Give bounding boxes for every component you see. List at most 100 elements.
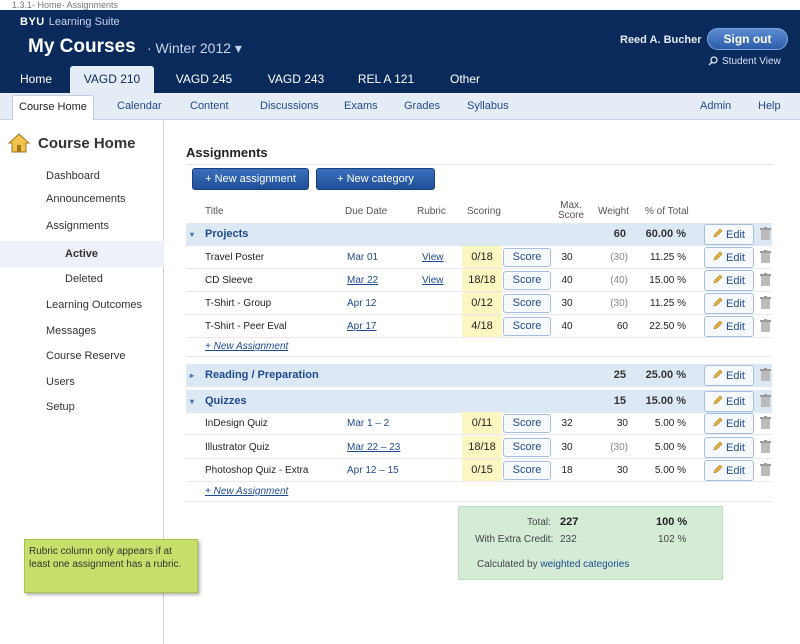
assignment-weight: 60 xyxy=(616,321,628,332)
new-assignment-link[interactable]: + New Assignment xyxy=(205,337,288,357)
max-score: 30 xyxy=(561,442,573,453)
sidebar-item-announcements[interactable]: Announcements xyxy=(46,193,126,205)
tab-vagd-243[interactable]: VAGD 243 xyxy=(254,66,338,93)
assignment-title[interactable]: T-Shirt - Peer Eval xyxy=(205,315,287,338)
due-date-link[interactable]: Mar 1 – 2 xyxy=(347,412,389,435)
total-label: Total: xyxy=(527,517,551,528)
collapse-icon[interactable]: ▾ xyxy=(190,223,200,246)
sidebar-item-deleted[interactable]: Deleted xyxy=(65,273,103,285)
score-button[interactable]: Score xyxy=(503,294,551,313)
collapse-icon[interactable]: ▾ xyxy=(190,390,200,413)
subnav-help[interactable]: Help xyxy=(758,93,781,120)
category-name[interactable]: Projects xyxy=(205,223,248,246)
assignment-title[interactable]: InDesign Quiz xyxy=(205,412,268,435)
extra-credit-value: 232 xyxy=(560,534,577,545)
score-button[interactable]: Score xyxy=(503,248,551,267)
sidebar-item-setup[interactable]: Setup xyxy=(46,401,75,413)
weighted-categories-link[interactable]: weighted categories xyxy=(540,559,629,570)
page-caption: 1.3.1- Home- Assignments xyxy=(12,0,119,10)
due-date-link[interactable]: Mar 22 xyxy=(347,269,378,292)
rubric-view-link[interactable]: View xyxy=(422,269,444,292)
edit-button[interactable]: Edit xyxy=(704,270,754,291)
edit-button[interactable]: Edit xyxy=(704,247,754,268)
edit-button[interactable]: Edit xyxy=(704,224,754,245)
subnav-admin[interactable]: Admin xyxy=(700,93,731,120)
score-button[interactable]: Score xyxy=(503,317,551,336)
score-button[interactable]: Score xyxy=(503,271,551,290)
sidebar-item-active[interactable]: Active xyxy=(0,241,164,267)
course-tabs: Home VAGD 210 VAGD 245 VAGD 243 REL A 12… xyxy=(0,66,800,93)
assignment-title[interactable]: CD Sleeve xyxy=(205,269,253,292)
subnav-course-home[interactable]: Course Home xyxy=(12,95,94,120)
category-name[interactable]: Quizzes xyxy=(205,390,247,413)
sidebar-item-users[interactable]: Users xyxy=(46,376,75,388)
course-subnav: Course Home Calendar Content Discussions… xyxy=(0,93,800,120)
edit-button[interactable]: Edit xyxy=(704,391,754,412)
new-assignment-link[interactable]: + New Assignment xyxy=(205,482,288,502)
edit-button[interactable]: Edit xyxy=(704,413,754,434)
assignment-title[interactable]: Travel Poster xyxy=(205,246,264,269)
pencil-icon xyxy=(713,320,723,333)
extra-credit-label: With Extra Credit: xyxy=(475,534,554,545)
category-name[interactable]: Reading / Preparation xyxy=(205,364,319,387)
trash-icon[interactable] xyxy=(760,250,771,264)
due-date-link[interactable]: Mar 22 – 23 xyxy=(347,436,400,459)
new-category-button[interactable]: + New category xyxy=(316,168,435,190)
sidebar-item-learning-outcomes[interactable]: Learning Outcomes xyxy=(46,299,142,311)
new-assignment-row: + New Assignment xyxy=(186,337,772,357)
expand-icon[interactable]: ▸ xyxy=(190,364,200,387)
rubric-view-link[interactable]: View xyxy=(422,246,444,269)
assignment-title[interactable]: Illustrator Quiz xyxy=(205,436,269,459)
tab-vagd-210[interactable]: VAGD 210 xyxy=(70,66,154,93)
heading-divider xyxy=(186,164,772,165)
brand-logo[interactable]: BYU Learning Suite xyxy=(20,16,120,28)
subnav-calendar[interactable]: Calendar xyxy=(117,93,162,120)
assignment-title[interactable]: Photoshop Quiz - Extra xyxy=(205,459,308,482)
new-assignment-button[interactable]: + New assignment xyxy=(192,168,309,190)
edit-button[interactable]: Edit xyxy=(704,316,754,337)
subnav-content[interactable]: Content xyxy=(190,93,229,120)
assignment-row: Illustrator Quiz Mar 22 – 23 18/18 Score 30 (… xyxy=(186,436,772,459)
assignment-title[interactable]: T-Shirt - Group xyxy=(205,292,271,315)
trash-icon[interactable] xyxy=(760,416,771,430)
tab-rel-a-121[interactable]: REL A 121 xyxy=(346,66,426,93)
subnav-syllabus[interactable]: Syllabus xyxy=(467,93,509,120)
sidebar-item-course-reserve[interactable]: Course Reserve xyxy=(46,350,125,362)
max-score: 18 xyxy=(561,465,573,476)
sidebar-item-messages[interactable]: Messages xyxy=(46,325,96,337)
tab-home[interactable]: Home xyxy=(8,66,64,93)
sign-out-button[interactable]: Sign out xyxy=(707,28,788,50)
trash-icon[interactable] xyxy=(760,463,771,477)
due-date-link[interactable]: Mar 01 xyxy=(347,246,378,269)
trash-icon[interactable] xyxy=(760,296,771,310)
trash-icon[interactable] xyxy=(760,368,771,382)
trash-icon[interactable] xyxy=(760,319,771,333)
tab-vagd-245[interactable]: VAGD 245 xyxy=(162,66,246,93)
subnav-discussions[interactable]: Discussions xyxy=(260,93,319,120)
subnav-exams[interactable]: Exams xyxy=(344,93,378,120)
tab-other[interactable]: Other xyxy=(436,66,494,93)
category-row: ▸ Reading / Preparation 25 25.00 % Edit xyxy=(186,364,772,387)
edit-button[interactable]: Edit xyxy=(704,293,754,314)
assignment-percent: 11.25 % xyxy=(650,252,686,263)
trash-icon[interactable] xyxy=(760,227,771,241)
term-selector[interactable]: · Winter 2012 ▾ xyxy=(147,40,242,57)
sidebar-item-assignments[interactable]: Assignments xyxy=(46,220,109,232)
subnav-grades[interactable]: Grades xyxy=(404,93,440,120)
due-date-link[interactable]: Apr 17 xyxy=(347,315,376,338)
edit-label: Edit xyxy=(726,297,745,310)
edit-button[interactable]: Edit xyxy=(704,437,754,458)
edit-button[interactable]: Edit xyxy=(704,365,754,386)
due-date-link[interactable]: Apr 12 – 15 xyxy=(347,459,399,482)
score-button[interactable]: Score xyxy=(503,438,551,457)
score-button[interactable]: Score xyxy=(503,414,551,433)
trash-icon[interactable] xyxy=(760,273,771,287)
trash-icon[interactable] xyxy=(760,394,771,408)
due-date-link[interactable]: Apr 12 xyxy=(347,292,376,315)
sidebar-item-dashboard[interactable]: Dashboard xyxy=(46,170,100,182)
trash-icon[interactable] xyxy=(760,440,771,454)
edit-label: Edit xyxy=(726,320,745,333)
edit-button[interactable]: Edit xyxy=(704,460,754,481)
category-percent: 25.00 % xyxy=(645,369,686,381)
score-button[interactable]: Score xyxy=(503,461,551,480)
